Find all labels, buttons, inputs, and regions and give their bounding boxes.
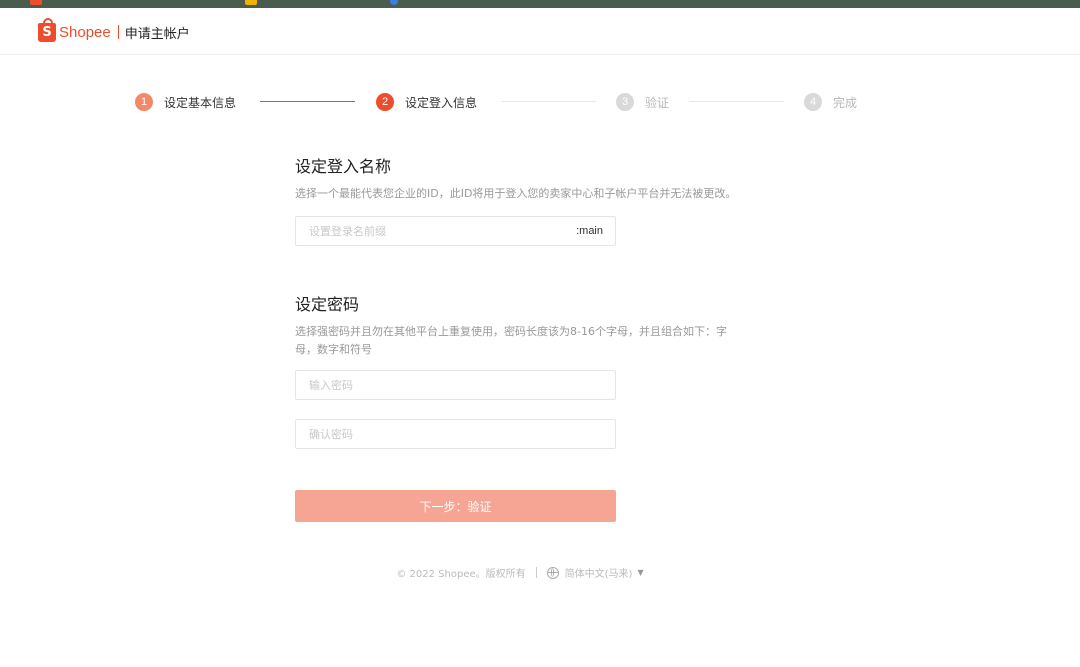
step-number: 2: [376, 93, 394, 111]
tab-favicon-icon: [245, 0, 257, 5]
step-number: 1: [135, 93, 153, 111]
step-2: 2 设定登入信息: [376, 92, 477, 112]
login-name-input[interactable]: [296, 223, 577, 239]
password-title: 设定密码: [295, 295, 360, 314]
password-field: [295, 370, 616, 400]
page-title: 申请主帐户: [124, 26, 190, 42]
next-verify-button[interactable]: 下一步：验证: [295, 490, 616, 522]
tab-favicon-icon: [390, 0, 398, 5]
step-3: 3 验证: [616, 92, 669, 112]
login-name-suffix: :main: [576, 225, 603, 237]
login-name-field: :main: [295, 216, 616, 246]
step-4: 4 完成: [804, 92, 857, 112]
step-1: 1 设定基本信息: [135, 92, 236, 112]
footer-divider: [535, 567, 537, 578]
confirm-password-field: [295, 419, 616, 449]
tab-favicon-icon: [30, 0, 42, 5]
confirm-password-input[interactable]: [296, 426, 615, 442]
globe-icon: [546, 566, 559, 579]
step-label: 完成: [833, 95, 858, 110]
step-label: 设定基本信息: [164, 95, 237, 110]
shopee-logo[interactable]: S Shopee 申请主帐户: [38, 17, 190, 43]
shopee-bag-icon: S: [38, 17, 56, 42]
step-number: 4: [804, 93, 822, 111]
password-input[interactable]: [296, 377, 615, 393]
brand-name: Shopee: [59, 23, 111, 41]
password-description: 选择强密码并且勿在其他平台上重复使用，密码长度该为8-16个字母，并且组合如下：…: [295, 325, 727, 356]
page-header: S Shopee 申请主帐户: [0, 8, 1080, 55]
progress-steps: 1 设定基本信息 2 设定登入信息 3 验证 4 完成: [0, 92, 1080, 112]
step-label: 设定登入信息: [405, 95, 478, 110]
login-name-description: 选择一个最能代表您企业的ID，此ID将用于登入您的卖家中心和子帐户平台并无法被更…: [295, 187, 737, 200]
copyright-text: © 2022 Shopee。版权所有: [396, 569, 526, 580]
step-number: 3: [616, 93, 634, 111]
step-connector: [689, 101, 784, 102]
step-connector: [260, 101, 355, 102]
step-label: 验证: [645, 95, 670, 110]
caret-down-icon[interactable]: ▼: [637, 568, 643, 577]
language-selector[interactable]: 简体中文(马来): [565, 565, 633, 580]
step-connector: [501, 101, 596, 102]
logo-divider: [117, 25, 119, 39]
page-footer: © 2022 Shopee。版权所有 简体中文(马来) ▼: [0, 565, 1040, 580]
login-name-title: 设定登入名称: [295, 157, 392, 176]
browser-tab-strip: [0, 0, 1080, 8]
